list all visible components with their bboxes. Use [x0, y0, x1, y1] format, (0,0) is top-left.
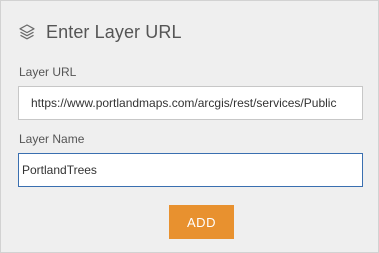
add-button[interactable]: ADD — [169, 205, 234, 239]
layer-url-label: Layer URL — [19, 65, 77, 79]
add-layer-panel: Enter Layer URL Layer URL Layer Name ADD — [0, 0, 379, 253]
layer-url-input[interactable] — [18, 86, 363, 120]
layers-icon — [18, 23, 36, 41]
layer-name-label: Layer Name — [19, 132, 85, 146]
panel-header: Enter Layer URL — [18, 19, 182, 45]
panel-title: Enter Layer URL — [46, 21, 182, 42]
layer-name-input[interactable] — [18, 153, 363, 187]
